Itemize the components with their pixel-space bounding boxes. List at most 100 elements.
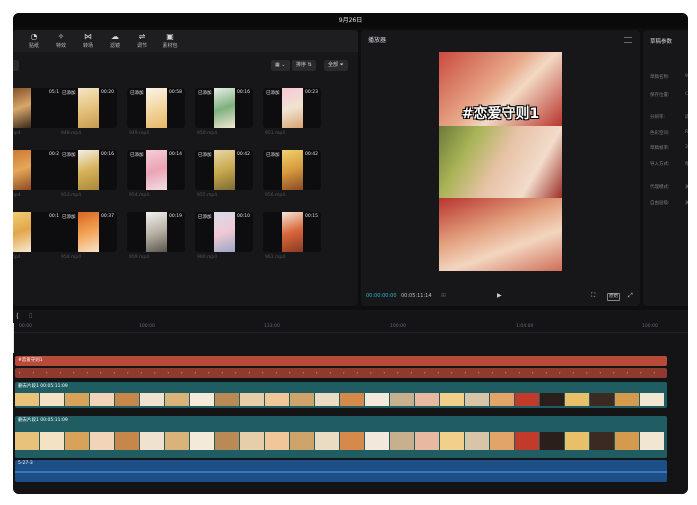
tab-adjust[interactable]: ⇌ 调节	[127, 32, 157, 52]
media-thumbnail	[146, 212, 167, 252]
tab-label: 特效	[55, 43, 66, 49]
sticker-marker: ›	[73, 370, 75, 375]
media-thumbnail	[78, 150, 99, 190]
sticker-marker: ›	[559, 370, 561, 375]
media-thumbnail	[282, 212, 303, 252]
tab-transition[interactable]: ⋈ 转场	[73, 32, 103, 52]
fullscreen-icon[interactable]: ⤢	[628, 292, 633, 300]
sticker-marker: ›	[181, 370, 183, 375]
video-caption: #恋爱守则1	[461, 106, 540, 122]
tab-filter[interactable]: ☁ 滤镜	[100, 32, 130, 52]
media-card[interactable]: 已添加 00:20	[59, 88, 117, 128]
video-frame-thumb	[40, 393, 64, 406]
media-card[interactable]: 已添加 00:16	[59, 150, 117, 190]
video-frame-thumb	[490, 393, 514, 406]
media-card[interactable]: 00:19	[127, 212, 185, 252]
media-card[interactable]: 已添加 00:10	[195, 212, 253, 252]
player-title: 播放器	[368, 37, 387, 44]
sort-icon: ⇅	[307, 62, 312, 68]
text-track[interactable]: #恋爱守则1	[15, 356, 667, 366]
sort-button[interactable]: 排序 ⇅	[292, 60, 316, 71]
split-icon[interactable]: ▯	[29, 312, 32, 319]
media-duration: 00:10	[237, 214, 250, 219]
audio-track[interactable]: 5-27-3	[15, 460, 667, 482]
fit-screen-icon[interactable]: ⛶	[591, 292, 595, 300]
property-value: 适	[685, 115, 688, 120]
playhead[interactable]	[13, 323, 14, 353]
video-frame-thumb	[240, 432, 264, 450]
property-value: 关	[685, 201, 688, 206]
media-card[interactable]: 已添加 00:37	[59, 212, 117, 252]
menu-icon[interactable]	[624, 37, 632, 43]
video-frame-thumb	[590, 393, 614, 406]
sticker-marker: ›	[32, 370, 35, 375]
tab-material-pack[interactable]: ▣ 素材包	[155, 32, 185, 52]
video-frame-thumb	[265, 393, 289, 406]
media-thumbnail	[13, 88, 31, 128]
sticker-marker: ›	[478, 370, 480, 375]
media-card[interactable]: 05:13	[13, 88, 65, 128]
added-tag: 已添加	[130, 153, 144, 158]
tab-sticker[interactable]: ◔ 贴纸	[19, 32, 49, 52]
tab-effects[interactable]: ✧ 特效	[46, 32, 76, 52]
media-card[interactable]: 已添加 00:42	[263, 150, 321, 190]
app-window: 9月26日 ◔ 贴纸 ✧ 特效 ⋈ 转场 ☁ 滤镜 ⇌ 调节 ▣ 素材包 ▦ ⌄…	[13, 13, 688, 494]
media-filename: .mp4	[13, 131, 21, 136]
media-card[interactable]: 已添加 00:23	[263, 88, 321, 128]
sticker-marker: ›	[653, 370, 656, 375]
video-frame-thumb	[15, 432, 39, 450]
sticker-marker: ›	[613, 370, 615, 375]
timecode-grid-icon[interactable]: ⊞	[441, 292, 446, 300]
media-card[interactable]: 已添加 00:14	[127, 150, 185, 190]
video-preview[interactable]: #恋爱守则1	[439, 52, 562, 271]
transition-icon: ⋈	[84, 32, 92, 41]
timeline-panel: ⟨ ▯ 00:00 100:00 133:00 100:00 1:04:00 100:00…	[13, 310, 688, 494]
video-frame-thumb	[65, 432, 89, 450]
media-card[interactable]: 已添加 00:58	[127, 88, 185, 128]
video-frame-thumb	[315, 432, 339, 450]
media-card[interactable]: 已添加 00:42	[195, 150, 253, 190]
video-frame-thumb	[115, 432, 139, 450]
sticker-marker: ›	[221, 370, 224, 375]
video-frame-thumb	[390, 432, 414, 450]
play-icon[interactable]: ▶	[497, 292, 502, 300]
ratio-button[interactable]: 原始	[607, 293, 620, 301]
property-label: 代理模式:	[650, 185, 670, 190]
sticker-marker: ›	[316, 370, 318, 375]
media-filename: 959.mp4	[129, 255, 150, 260]
filter-button[interactable]: 全部 ⏷	[324, 60, 348, 71]
sticker-marker: ›	[194, 370, 197, 375]
sticker-marker: ›	[329, 370, 332, 375]
property-value: 关	[685, 185, 688, 190]
media-thumbnail	[13, 212, 31, 252]
property-value: 3	[685, 145, 688, 150]
sticker-marker: ›	[532, 370, 534, 375]
media-card[interactable]: 00:15	[263, 212, 321, 252]
video-track-2[interactable]: 删去片段1 00:05:11:09	[15, 416, 667, 458]
media-card[interactable]: 00:28	[13, 150, 65, 190]
sticker-marker: ›	[262, 370, 264, 375]
tab-label: 调节	[136, 43, 147, 49]
collapse-handle[interactable]	[13, 60, 19, 71]
media-filename: .mp4	[13, 193, 21, 198]
undo-icon[interactable]: ⟨	[16, 312, 19, 320]
media-duration: 00:42	[305, 152, 318, 157]
text-track-label: #恋爱守则1	[18, 358, 43, 363]
media-card[interactable]: 00:12	[13, 212, 65, 252]
sort-label: 排序	[296, 62, 307, 68]
video-frame-thumb	[415, 393, 439, 406]
sticker-marker: ›	[59, 370, 62, 375]
sticker-track[interactable]: › › › › › › › › › › › › › › › › › › › › › › › › › › › › › › › › › › › › › › › ›…	[15, 368, 667, 378]
video-track-1[interactable]: 删去片段1 00:05:11:09	[15, 382, 667, 408]
video-frame-thumb	[115, 393, 139, 406]
sticker-marker: ›	[19, 370, 21, 375]
view-mode-button[interactable]: ▦ ⌄	[271, 60, 290, 71]
sticker-marker: ›	[343, 370, 345, 375]
video-frame-thumb	[440, 432, 464, 450]
tool-tabs: ◔ 贴纸 ✧ 特效 ⋈ 转场 ☁ 滤镜 ⇌ 调节 ▣ 素材包	[13, 30, 358, 52]
added-tag: 已添加	[62, 153, 76, 158]
sticker-marker: ›	[289, 370, 291, 375]
video-frame-thumb	[465, 432, 489, 450]
media-card[interactable]: 已添加 00:16	[195, 88, 253, 128]
video-frame-thumb	[390, 393, 414, 406]
